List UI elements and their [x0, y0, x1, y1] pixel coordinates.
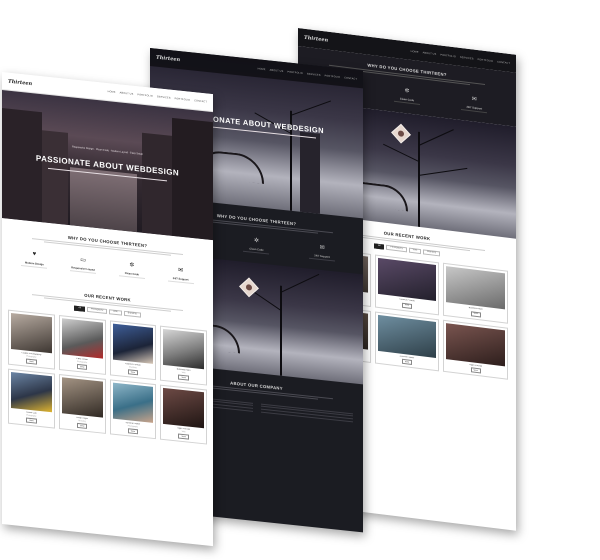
portfolio-card[interactable]: Summer Water View	[374, 311, 440, 372]
portfolio-grid: Couple Photography Photography View Paris …	[2, 309, 213, 445]
view-button[interactable]: View	[26, 417, 37, 424]
portfolio-card[interactable]: Yellow Cab Photography View	[8, 368, 55, 429]
brand-logo[interactable]: Thirteen	[304, 35, 328, 44]
nav-item[interactable]: HOME	[258, 67, 266, 71]
heart-icon: ♥	[32, 251, 37, 259]
nav-item[interactable]: PORTFOLIO	[478, 58, 494, 63]
nav-item[interactable]: SERVICES	[157, 95, 171, 99]
filter-all[interactable]: All	[74, 305, 85, 312]
gear-icon: ✲	[129, 262, 135, 269]
recent-work-section: OUR RECENT WORK All Photography Web Bran…	[2, 272, 213, 446]
view-button[interactable]: View	[401, 302, 413, 309]
nav-item[interactable]: CONTACT	[497, 60, 510, 65]
nav-item[interactable]: PORTFOLIO	[175, 97, 191, 102]
view-button[interactable]: View	[127, 428, 139, 435]
gear-icon: ✲	[253, 237, 259, 245]
portfolio-card[interactable]: Night Portrait Web View	[160, 384, 207, 445]
feature-item: ✲ Clean Code	[387, 83, 427, 106]
filter-all[interactable]: All	[373, 242, 385, 250]
nav-item[interactable]: HOME	[411, 49, 419, 53]
filter-photography[interactable]: Photography	[86, 306, 108, 315]
nav-item[interactable]: SERVICES	[460, 55, 474, 60]
feature-item: ✲ Clean Code	[236, 233, 276, 255]
feature-item: ✉ 24/7 Support	[161, 263, 201, 285]
view-button[interactable]: View	[401, 358, 413, 366]
nav-item[interactable]: ABOUT US	[120, 91, 134, 95]
nav-item[interactable]: ABOUT US	[270, 68, 284, 72]
view-button[interactable]: View	[76, 423, 88, 430]
nav-menu: HOME ABOUT US PORTFOLIO SERVICES PORTFOL…	[258, 67, 357, 80]
portfolio-card[interactable]: Night Portrait View	[443, 319, 508, 381]
view-button[interactable]: View	[127, 369, 139, 376]
portfolio-card[interactable]: Couple Photography Photography View	[8, 309, 55, 370]
brand-logo[interactable]: Thirteen	[8, 78, 32, 87]
filter-branding[interactable]: Branding	[423, 249, 441, 257]
chat-icon: ✉	[319, 244, 325, 252]
page-mockup-front: Thirteen HOME ABOUT US PORTFOLIO SERVICE…	[2, 72, 213, 547]
gear-icon: ✲	[404, 88, 410, 95]
brand-logo[interactable]: Thirteen	[156, 55, 180, 64]
hero-banner: Responsive Design · Clean Code · Modern …	[2, 90, 213, 241]
nav-item[interactable]: CONTACT	[194, 99, 207, 103]
nav-item[interactable]: PORTFOLIO	[325, 74, 341, 79]
portfolio-card[interactable]: Fashion Portrait View	[374, 254, 440, 316]
filter-branding[interactable]: Branding	[123, 310, 141, 318]
nav-item[interactable]: PORTFOLIO	[137, 93, 153, 98]
chat-icon: ✉	[471, 96, 477, 103]
mockup-stage: Thirteen HOME ABOUT US PORTFOLIO SERVICE…	[0, 0, 600, 560]
nav-item[interactable]: SERVICES	[307, 72, 321, 76]
portfolio-card[interactable]: Fashion Portrait Branding View	[109, 320, 157, 381]
nav-item[interactable]: CONTACT	[344, 76, 357, 80]
view-button[interactable]: View	[178, 433, 189, 440]
chat-icon: ✉	[178, 267, 184, 275]
portfolio-card[interactable]: Urban Style Branding View	[58, 374, 106, 435]
portfolio-card[interactable]: Business Man View	[443, 263, 508, 324]
nav-menu: HOME ABOUT US PORTFOLIO SERVICES PORTFOL…	[108, 90, 207, 103]
view-button[interactable]: View	[470, 310, 481, 318]
view-button[interactable]: View	[76, 364, 88, 371]
feature-item: ♥ Modern Design	[14, 247, 54, 269]
feature-item: ✉ 24/7 Support	[454, 91, 494, 114]
nav-item[interactable]: PORTFOLIO	[287, 70, 303, 75]
feature-item: ✲ Clean Code	[112, 258, 152, 280]
filter-web[interactable]: Web	[408, 247, 422, 255]
nav-item[interactable]: HOME	[108, 90, 116, 94]
feature-item: ✉ 24/7 Support	[302, 240, 342, 262]
nav-item[interactable]: PORTFOLIO	[440, 53, 456, 58]
portfolio-card[interactable]: Business Man Web View	[160, 325, 207, 386]
avatar	[391, 123, 411, 144]
view-button[interactable]: View	[178, 374, 189, 381]
filter-web[interactable]: Web	[109, 308, 122, 316]
portfolio-card[interactable]: Paris Street Photography View	[58, 315, 106, 376]
nav-item[interactable]: ABOUT US	[423, 51, 437, 56]
view-button[interactable]: View	[26, 358, 37, 365]
feature-item: ▭ Responsive Layout	[63, 252, 103, 274]
view-button[interactable]: View	[470, 367, 481, 374]
monitor-icon: ▭	[80, 257, 86, 264]
filter-photography[interactable]: Photography	[386, 244, 407, 253]
portfolio-card[interactable]: Summer Water Photography View	[109, 379, 157, 440]
